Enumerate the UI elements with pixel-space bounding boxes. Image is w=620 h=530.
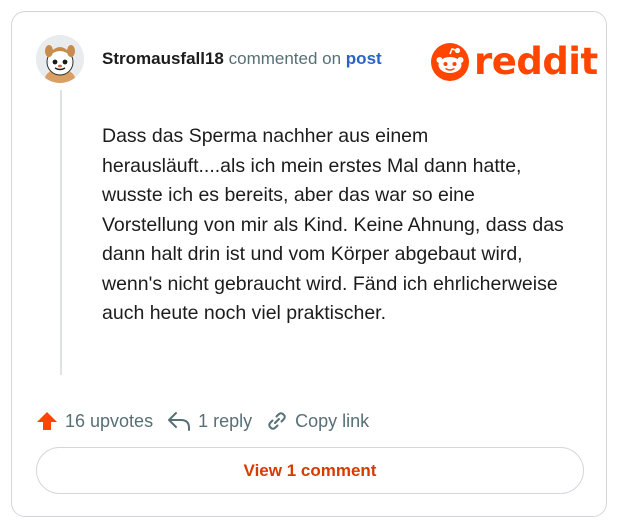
- thread-line: [60, 90, 62, 375]
- comment-body: Dass das Sperma nachher aus einem heraus…: [102, 125, 564, 324]
- link-icon: [268, 412, 286, 430]
- upvote-button[interactable]: 16 upvotes: [36, 410, 153, 432]
- snoo-avatar-icon: [36, 35, 84, 83]
- copy-link-button[interactable]: Copy link: [266, 410, 369, 432]
- copy-link-label: Copy link: [295, 410, 370, 431]
- reply-arrow-icon: [168, 412, 191, 431]
- comment-header: Stromausfall18 commented on post: [102, 49, 382, 69]
- reddit-wordmark: reddit: [474, 40, 598, 83]
- view-comments-button[interactable]: View 1 comment: [36, 447, 584, 494]
- username[interactable]: Stromausfall18: [102, 49, 224, 68]
- reply-count: 1 reply: [198, 410, 253, 431]
- comment-card: Stromausfall18 commented on post reddit …: [11, 11, 607, 517]
- comment-actions: 16 upvotes 1 reply Copy link: [36, 410, 383, 432]
- action-text: commented on: [223, 49, 346, 68]
- upvote-count: 16 upvotes: [65, 410, 154, 431]
- reply-button[interactable]: 1 reply: [167, 410, 252, 432]
- reddit-snoo-icon: [431, 42, 469, 81]
- user-avatar[interactable]: [36, 35, 84, 83]
- post-link[interactable]: post: [346, 49, 382, 68]
- upvote-arrow-icon: [37, 412, 57, 430]
- reddit-logo[interactable]: reddit: [430, 40, 598, 83]
